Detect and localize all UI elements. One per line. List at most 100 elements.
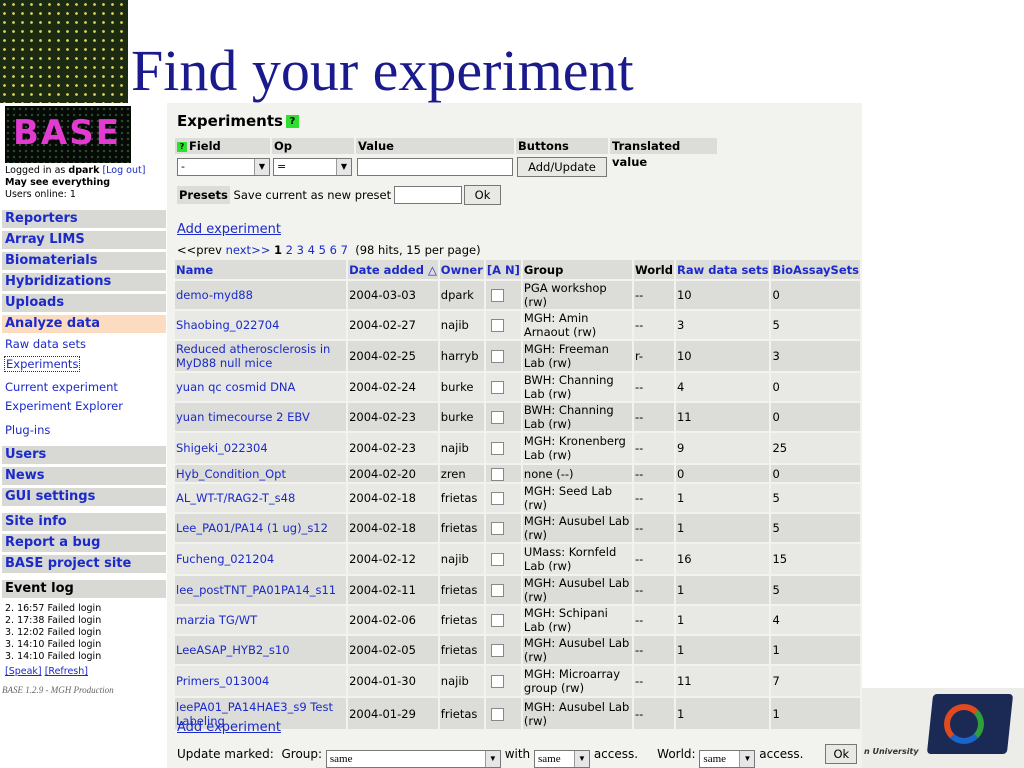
- column-header[interactable]: BioAssaySets: [770, 260, 862, 280]
- field-help-icon[interactable]: ?: [177, 141, 187, 152]
- experiment-name-link[interactable]: AL_WT-T/RAG2-T_s48: [175, 482, 349, 513]
- value-input[interactable]: [357, 158, 513, 176]
- world-access-select[interactable]: same ▼: [699, 750, 756, 768]
- table-header-row: Name Date added △ Owner [A N] Group World Raw …: [175, 260, 862, 280]
- group-access-select[interactable]: same ▼: [534, 750, 590, 768]
- mark-checkbox[interactable]: [484, 604, 523, 635]
- mark-checkbox[interactable]: [484, 463, 523, 483]
- experiment-name-link[interactable]: Hyb_Condition_Opt: [175, 463, 349, 483]
- page-link[interactable]: 3: [297, 243, 304, 257]
- date-cell: 2004-02-25: [347, 339, 440, 372]
- checkbox[interactable]: [490, 707, 504, 721]
- event-log-entry: 3. 14:10 Failed login: [5, 651, 102, 662]
- checkbox[interactable]: [490, 411, 504, 424]
- mark-checkbox[interactable]: [484, 279, 523, 310]
- owner-cell: frietas: [438, 574, 486, 605]
- nav-news[interactable]: News: [2, 467, 166, 485]
- mark-checkbox[interactable]: [484, 371, 523, 402]
- page-link[interactable]: 1: [274, 243, 282, 257]
- checkbox[interactable]: [490, 675, 504, 688]
- group-select[interactable]: same ▼: [325, 750, 501, 768]
- preset-ok-button[interactable]: Ok: [464, 185, 501, 205]
- nav-reporters[interactable]: Reporters: [2, 210, 166, 228]
- mark-checkbox[interactable]: [484, 634, 523, 665]
- help-icon[interactable]: ?: [285, 115, 299, 128]
- owner-cell: burke: [438, 401, 486, 432]
- checkbox[interactable]: [490, 381, 504, 394]
- logout-link[interactable]: [Log out]: [102, 165, 145, 176]
- nav-plugins[interactable]: Plug-ins: [5, 423, 50, 437]
- add-experiment-link[interactable]: Add experiment: [177, 222, 281, 237]
- nav-experiment-explorer[interactable]: Experiment Explorer: [5, 399, 123, 413]
- next-link[interactable]: next>>: [226, 243, 271, 257]
- mark-checkbox[interactable]: [484, 431, 523, 464]
- nav-raw-data-sets[interactable]: Raw data sets: [5, 337, 86, 351]
- page-link[interactable]: 4: [308, 243, 315, 257]
- checkbox[interactable]: [490, 644, 504, 657]
- nav-base-project-site[interactable]: BASE project site: [2, 555, 166, 573]
- experiment-name-link[interactable]: Lee_PA01/PA14 (1 ug)_s12: [175, 512, 349, 543]
- checkbox[interactable]: [490, 553, 504, 566]
- experiment-name-link[interactable]: demo-myd88: [175, 279, 349, 310]
- page-link[interactable]: 6: [330, 243, 337, 257]
- checkbox[interactable]: [490, 614, 504, 627]
- experiment-name-link[interactable]: Shaobing_022704: [175, 309, 349, 340]
- nav-report-bug[interactable]: Report a bug: [2, 534, 166, 552]
- checkbox[interactable]: [490, 584, 504, 597]
- nav-uploads[interactable]: Uploads: [2, 294, 166, 312]
- experiment-name-link[interactable]: Fucheng_021204: [175, 542, 349, 575]
- column-header[interactable]: Owner: [438, 260, 486, 280]
- date-cell: 2004-02-06: [347, 604, 440, 635]
- mark-checkbox[interactable]: [484, 512, 523, 543]
- experiment-name-link[interactable]: yuan qc cosmid DNA: [175, 371, 349, 402]
- preset-name-input[interactable]: [394, 186, 462, 204]
- mark-checkbox[interactable]: [484, 401, 523, 432]
- experiment-name-link[interactable]: lee_postTNT_PA01PA14_s11: [175, 574, 349, 605]
- add-update-button[interactable]: Add/Update: [517, 157, 607, 177]
- checkbox[interactable]: [490, 467, 504, 481]
- mark-checkbox[interactable]: [484, 664, 523, 697]
- checkbox[interactable]: [490, 350, 504, 363]
- speak-link[interactable]: [Speak]: [5, 666, 42, 677]
- mark-checkbox[interactable]: [484, 339, 523, 372]
- column-header[interactable]: Date added △: [347, 260, 440, 280]
- nav-hybridizations[interactable]: Hybridizations: [2, 273, 166, 291]
- nav-experiments[interactable]: Experiments: [4, 356, 81, 372]
- mark-checkbox[interactable]: [484, 309, 523, 340]
- experiment-name-link[interactable]: yuan timecourse 2 EBV: [175, 401, 349, 432]
- page-link[interactable]: 2: [286, 243, 293, 257]
- refresh-link[interactable]: [Refresh]: [45, 666, 88, 677]
- update-ok-button[interactable]: Ok: [825, 744, 858, 764]
- column-header[interactable]: Raw data sets: [674, 260, 772, 280]
- base-logo[interactable]: BASE: [5, 106, 131, 163]
- op-select[interactable]: = ▼: [273, 158, 352, 176]
- mark-checkbox[interactable]: [484, 696, 523, 729]
- nav-array-lims[interactable]: Array LIMS: [2, 231, 166, 249]
- column-header[interactable]: Name: [175, 260, 349, 280]
- experiment-name-link[interactable]: LeeASAP_HYB2_s10: [175, 634, 349, 665]
- nav-current-experiment[interactable]: Current experiment: [5, 380, 118, 394]
- nav-users[interactable]: Users: [2, 446, 166, 464]
- checkbox[interactable]: [490, 319, 504, 332]
- nav-gui-settings[interactable]: GUI settings: [2, 488, 166, 506]
- checkbox[interactable]: [490, 442, 504, 455]
- nav-biomaterials[interactable]: Biomaterials: [2, 252, 166, 270]
- page-link[interactable]: 7: [341, 243, 348, 257]
- page-link[interactable]: 5: [319, 243, 326, 257]
- mark-checkbox[interactable]: [484, 574, 523, 605]
- nav-site-info[interactable]: Site info: [2, 513, 166, 531]
- mark-checkbox[interactable]: [484, 542, 523, 575]
- experiment-name-link[interactable]: Primers_013004: [175, 664, 349, 697]
- field-select[interactable]: - ▼: [177, 158, 270, 176]
- mark-checkbox[interactable]: [484, 482, 523, 513]
- experiment-name-link[interactable]: Shigeki_022304: [175, 431, 349, 464]
- column-header[interactable]: [A N]: [484, 260, 523, 280]
- add-experiment-link-bottom[interactable]: Add experiment: [177, 720, 281, 735]
- experiment-name-link[interactable]: Reduced atherosclerosis in MyD88 null mi…: [175, 339, 349, 372]
- nav-analyze-data[interactable]: Analyze data: [2, 315, 166, 333]
- experiment-name-link[interactable]: marzia TG/WT: [175, 604, 349, 635]
- prev-link[interactable]: <<prev: [177, 243, 222, 257]
- checkbox[interactable]: [490, 522, 504, 535]
- checkbox[interactable]: [490, 492, 504, 505]
- checkbox[interactable]: [490, 289, 504, 302]
